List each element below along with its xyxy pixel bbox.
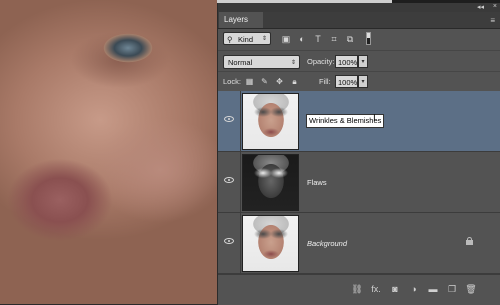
visibility-toggle[interactable]	[218, 213, 241, 273]
filter-toggle[interactable]	[366, 32, 371, 45]
layers-list: Wrinkles & Blemishes I Flaws Background	[218, 91, 500, 274]
lock-transparency-icon[interactable]: ▦	[244, 76, 255, 87]
pixel-filter-icon[interactable]: ▣	[280, 33, 292, 45]
opacity-dropdown-icon[interactable]: ▾	[358, 55, 368, 68]
mask-icon[interactable]: ◙	[389, 283, 401, 295]
double-chevron-left-icon[interactable]: ◂◂	[477, 3, 484, 11]
smart-object-filter-icon[interactable]: ⧉	[344, 33, 356, 45]
layer-row-flaws[interactable]: Flaws	[218, 152, 500, 213]
link-icon[interactable]: ⛓	[351, 283, 363, 295]
layer-row-background[interactable]: Background	[218, 213, 500, 274]
panel-titlebar: ◂◂ ×	[218, 3, 500, 12]
visibility-toggle[interactable]	[218, 91, 241, 151]
layer-name: Background	[307, 239, 348, 248]
shape-filter-icon[interactable]: ⌗	[328, 33, 340, 45]
visibility-toggle[interactable]	[218, 152, 241, 212]
panel-menu-icon[interactable]: ≡	[490, 16, 495, 25]
layer-thumbnail	[242, 93, 299, 150]
layer-thumbnail	[242, 215, 299, 272]
group-folder-icon[interactable]: ▬	[427, 283, 439, 295]
blend-row: Normal ⇕ Opacity: 100% ▾	[218, 50, 500, 72]
eye-icon	[224, 116, 234, 122]
layer-name: Flaws	[307, 178, 327, 187]
kind-filter-select[interactable]: ⚲ Kind ⇕	[223, 32, 271, 45]
opacity-label: Opacity:	[307, 57, 335, 66]
close-icon[interactable]: ×	[493, 3, 497, 10]
layer-row-wrinkles[interactable]: Wrinkles & Blemishes I	[218, 91, 500, 152]
fx-icon[interactable]: fx.	[370, 283, 382, 295]
tab-layers[interactable]: Layers	[219, 12, 263, 28]
blend-mode-select[interactable]: Normal ⇕	[223, 55, 300, 69]
opacity-input[interactable]: 100%	[335, 55, 358, 68]
adjustment-filter-icon[interactable]: ◐	[296, 33, 308, 45]
layer-thumbnail	[242, 154, 299, 211]
lock-label: Lock:	[223, 77, 241, 86]
lock-position-icon[interactable]: ✥	[274, 76, 285, 87]
fill-dropdown-icon[interactable]: ▾	[358, 75, 368, 88]
kind-filter-label: Kind	[238, 35, 254, 44]
lock-row: Lock: ▦ ✎ ✥ 🔒︎ Fill: 100% ▾	[218, 71, 500, 92]
blend-mode-value: Normal	[228, 58, 253, 67]
eye-icon	[224, 238, 234, 244]
text-cursor-icon: I	[373, 113, 376, 124]
dropdown-arrow-icon: ⇕	[261, 36, 267, 42]
type-filter-icon[interactable]: T	[312, 33, 324, 45]
panel-footer: ⛓ fx. ◙ ◑ ▬ ❐ 🗑︎	[218, 274, 500, 305]
dropdown-arrow-icon: ⇕	[290, 60, 296, 66]
adjustment-icon[interactable]: ◑	[408, 283, 420, 295]
lock-icon	[466, 237, 473, 245]
fill-label: Fill:	[319, 77, 331, 86]
new-layer-icon[interactable]: ❐	[446, 283, 458, 295]
eye-icon	[224, 177, 234, 183]
search-icon: ⚲	[227, 35, 233, 44]
layers-panel: ◂◂ × Layers ≡ ⚲ Kind ⇕ ▣ ◐ T ⌗ ⧉ Normal …	[217, 3, 500, 305]
lock-image-pixels-icon[interactable]: ✎	[259, 76, 270, 87]
fill-input[interactable]: 100%	[335, 75, 358, 88]
filter-row: ⚲ Kind ⇕ ▣ ◐ T ⌗ ⧉	[218, 28, 500, 50]
trash-icon[interactable]: 🗑︎	[465, 283, 477, 295]
lock-all-icon[interactable]: 🔒︎	[289, 76, 300, 87]
tab-row: Layers ≡	[218, 12, 500, 29]
